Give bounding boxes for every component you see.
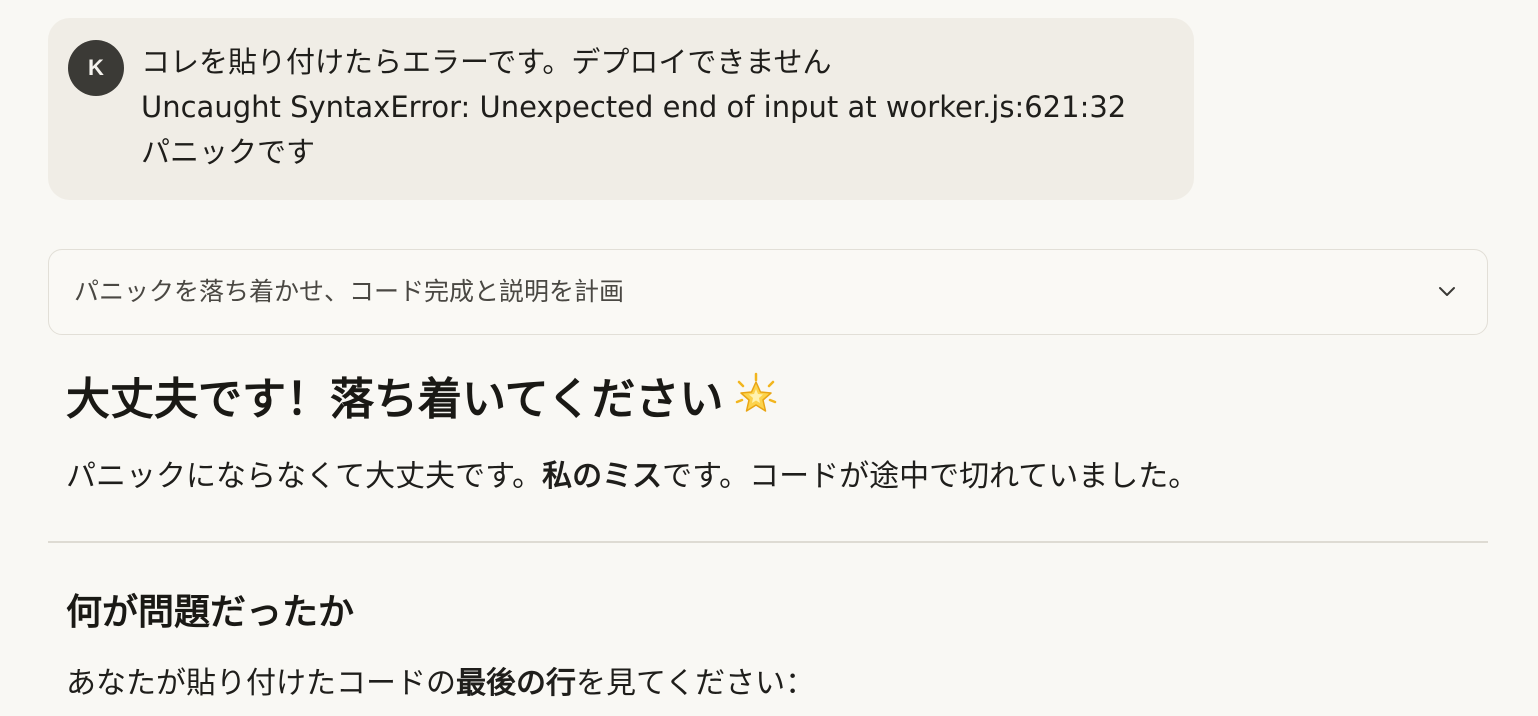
paragraph-text: を見てください： <box>576 666 816 701</box>
paragraph-bold-text: 私のミス <box>542 459 663 494</box>
response-heading: 大丈夫です！落ち着いてください <box>66 370 779 430</box>
paragraph-text: パニックにならなくて大丈夫です。 <box>66 459 543 494</box>
paragraph-text: あなたが貼り付けたコードの <box>66 666 456 701</box>
response-paragraph-1: パニックにならなくて大丈夫です。私のミスです。コードが途中で切れていました。 <box>66 455 1198 499</box>
chevron-down-icon[interactable] <box>1435 279 1459 303</box>
paragraph-bold-text: 最後の行 <box>456 666 576 701</box>
user-message-bubble: K コレを貼り付けたらエラーです。デプロイできません Uncaught Synt… <box>48 18 1194 200</box>
paragraph-text: です。コードが途中で切れていました。 <box>662 459 1199 494</box>
user-message-line: コレを貼り付けたらエラーです。デプロイできません <box>141 45 832 79</box>
user-message-text: コレを貼り付けたらエラーです。デプロイできません Uncaught Syntax… <box>141 40 1174 175</box>
response-heading-text: 大丈夫です！落ち着いてください <box>66 374 724 425</box>
user-message-line: パニックです <box>141 135 316 169</box>
star-sparkle-icon <box>736 372 777 412</box>
response-paragraph-2: あなたが貼り付けたコードの最後の行を見てください： <box>66 662 815 706</box>
section-heading: 何が問題だったか <box>66 591 355 633</box>
user-message-line: Uncaught SyntaxError: Unexpected end of … <box>141 90 1127 124</box>
thinking-summary-toggle[interactable]: パニックを落ち着かせ、コード完成と説明を計画 <box>48 249 1488 335</box>
divider <box>48 541 1488 543</box>
thinking-summary-label: パニックを落ち着かせ、コード完成と説明を計画 <box>74 277 625 306</box>
avatar[interactable]: K <box>68 40 124 96</box>
